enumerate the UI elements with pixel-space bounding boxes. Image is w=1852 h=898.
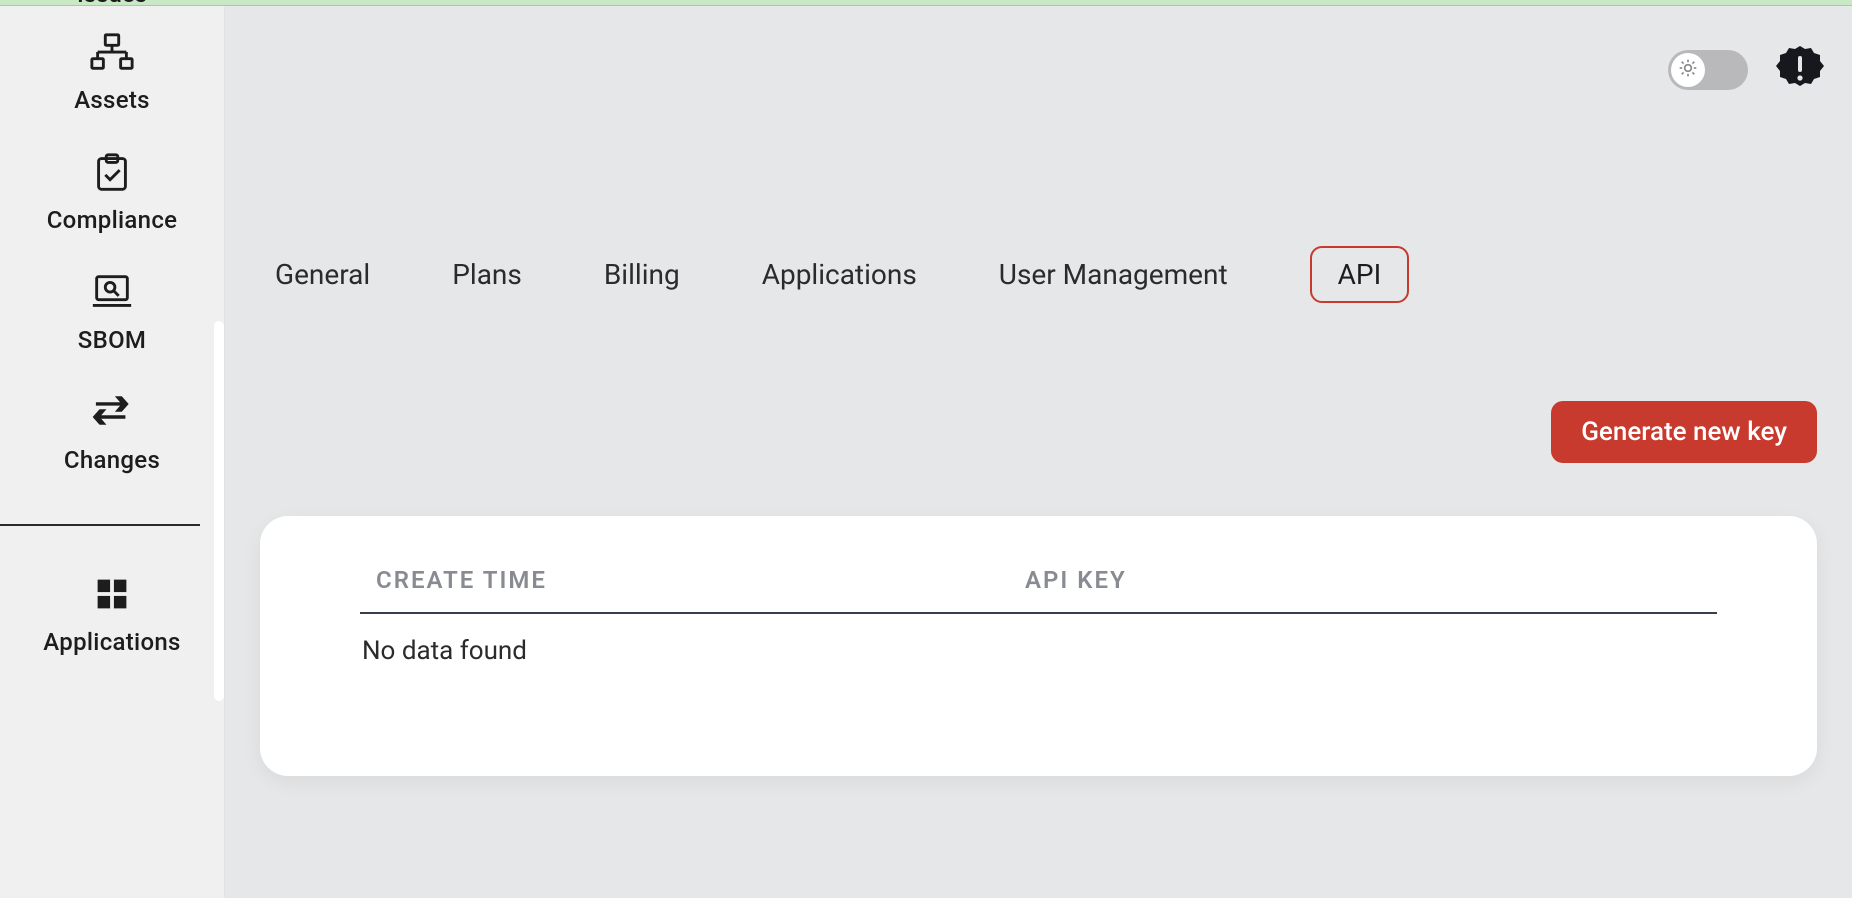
table-header-row: CREATE TIME API KEY	[360, 566, 1717, 614]
tab-label: API	[1338, 258, 1382, 291]
theme-toggle-knob	[1671, 53, 1705, 87]
sidebar-item-applications[interactable]: Applications	[0, 526, 224, 666]
sidebar-item-changes[interactable]: Changes	[0, 364, 224, 484]
network-icon	[89, 32, 135, 72]
tab-general[interactable]: General	[275, 258, 370, 291]
sidebar-scrollbar-thumb[interactable]	[214, 321, 224, 701]
sidebar-item-label: Applications	[43, 628, 180, 656]
tab-billing[interactable]: Billing	[604, 258, 680, 291]
settings-tabs: General Plans Billing Applications User …	[275, 246, 1409, 303]
tab-applications[interactable]: Applications	[762, 258, 917, 291]
sidebar-item-label: SBOM	[78, 326, 146, 354]
tab-api[interactable]: API	[1310, 246, 1410, 303]
sun-icon	[1678, 58, 1698, 82]
tab-user-management[interactable]: User Management	[999, 258, 1228, 291]
tab-label: General	[275, 258, 370, 291]
apps-grid-icon	[89, 574, 135, 614]
header-controls	[1668, 46, 1824, 94]
sidebar: Issues Assets	[0, 6, 225, 898]
generate-new-key-button[interactable]: Generate new key	[1551, 401, 1817, 463]
tab-label: Billing	[604, 258, 680, 291]
swap-arrows-icon	[89, 392, 135, 432]
main-area: General Plans Billing Applications User …	[225, 6, 1852, 898]
sidebar-item-compliance[interactable]: Compliance	[0, 124, 224, 244]
sidebar-item-sbom[interactable]: SBOM	[0, 244, 224, 364]
sidebar-item-label: Assets	[74, 86, 150, 114]
sidebar-item-label: Changes	[64, 446, 160, 474]
clipboard-check-icon	[89, 152, 135, 192]
tab-label: User Management	[999, 258, 1228, 291]
sidebar-item-label: Issues	[77, 0, 147, 4]
alert-badge[interactable]	[1776, 46, 1824, 94]
column-header-api-key: API KEY	[1025, 566, 1717, 594]
tab-label: Plans	[452, 258, 522, 291]
laptop-search-icon	[89, 272, 135, 312]
sidebar-item-label: Compliance	[47, 206, 178, 234]
button-label: Generate new key	[1581, 417, 1787, 447]
theme-toggle[interactable]	[1668, 50, 1748, 90]
api-keys-card: CREATE TIME API KEY No data found	[260, 516, 1817, 776]
table-empty-message: No data found	[360, 614, 1717, 666]
tab-plans[interactable]: Plans	[452, 258, 522, 291]
sidebar-item-assets[interactable]: Assets	[0, 4, 224, 124]
alert-seal-icon	[1776, 44, 1824, 96]
column-header-create-time: CREATE TIME	[360, 566, 1025, 594]
tab-label: Applications	[762, 258, 917, 291]
